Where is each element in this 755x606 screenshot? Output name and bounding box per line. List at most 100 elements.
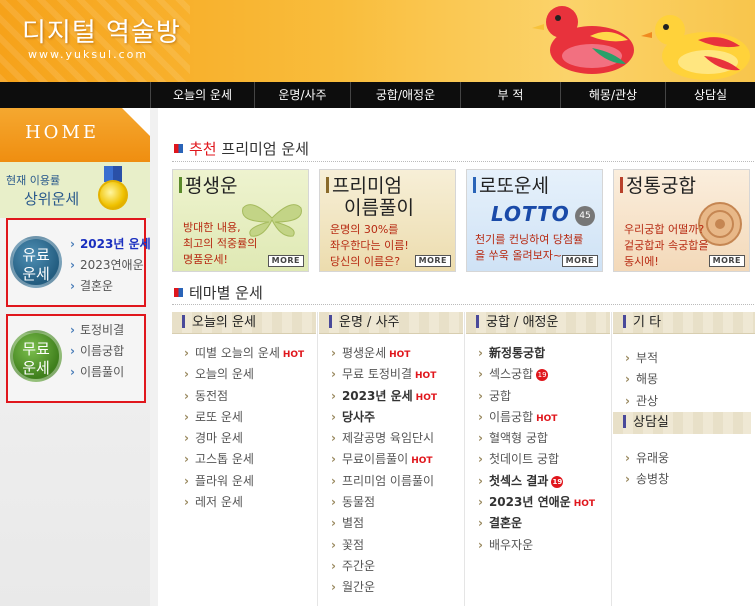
card-traditional-compat[interactable]: 정통궁합 우리궁합 어떨까? 겉궁합과 속궁합을 동시에! MORE <box>613 169 750 272</box>
theme-menu-item[interactable]: 꽃점 <box>331 535 437 556</box>
theme-menu-item[interactable]: 관상 <box>625 391 658 412</box>
title-bar <box>473 177 476 193</box>
column-head-text: 기 타 <box>633 315 662 330</box>
theme-menu-item[interactable]: 해몽 <box>625 369 658 390</box>
nav-item-saju[interactable]: 운명/사주 <box>254 82 350 108</box>
menu-item-label: 2023년 운세 <box>341 388 413 403</box>
theme-menu-item[interactable]: 2023년 운세HOT <box>331 386 437 407</box>
theme-menu-item[interactable]: 궁합 <box>478 386 595 407</box>
theme-menu-item[interactable]: 부적 <box>625 348 658 369</box>
main-content: 추천 프리미엄 운세 평생운 방대한 내용, 최고의 적중률의 명품운세! MO… <box>150 108 755 606</box>
section-divider <box>172 161 755 162</box>
hot-badge: HOT <box>389 350 411 360</box>
card-desc: 운명의 30%를 좌우한다는 이름! 당신의 이름은? <box>330 222 409 270</box>
theme-menu-item[interactable]: 플라워 운세 <box>184 471 304 492</box>
theme-menu-item[interactable]: 무료 토정비결HOT <box>331 364 437 385</box>
theme-menu-item[interactable]: 프리미엄 이름풀이 <box>331 471 437 492</box>
column-head-text: 궁합 / 애정운 <box>486 315 559 330</box>
column-separator <box>317 312 318 606</box>
menu-item-label: 띠별 오늘의 운세 <box>194 346 280 360</box>
home-button[interactable]: HOME <box>0 108 150 162</box>
title-bar <box>620 177 623 193</box>
paid-item-2023-fortune[interactable]: 2023년 운세 <box>70 234 151 255</box>
theme-menu-item[interactable]: 당사주 <box>331 407 437 428</box>
theme-menu-item[interactable]: 혈액형 궁합 <box>478 428 595 449</box>
theme-menu-item[interactable]: 송병창 <box>625 469 669 490</box>
menu-item-label: 첫섹스 결과 <box>488 473 549 488</box>
premium-title-highlight: 추천 <box>189 140 217 158</box>
more-button[interactable]: MORE <box>267 255 304 267</box>
theme-menu-item[interactable]: 경마 운세 <box>184 428 304 449</box>
free-fortune-box: 무료 운세 토정비결 이름궁합 이름풀이 <box>6 314 146 403</box>
more-button[interactable]: MORE <box>708 255 745 267</box>
more-button[interactable]: MORE <box>414 255 451 267</box>
card-desc: 우리궁합 어떨까? 겉궁합과 속궁합을 동시에! <box>624 222 708 270</box>
theme-section-title: 테마별 운세 <box>174 282 263 303</box>
theme-menu-item[interactable]: 이름궁합HOT <box>478 407 595 428</box>
theme-menu-item[interactable]: 유래웅 <box>625 448 669 469</box>
nav-item-compatibility[interactable]: 궁합/애정운 <box>350 82 460 108</box>
theme-menu-item[interactable]: 오늘의 운세 <box>184 364 304 385</box>
head-bar <box>623 315 626 328</box>
theme-menu-item[interactable]: 로또 운세 <box>184 407 304 428</box>
counseling-sub-head[interactable]: 상담실 <box>613 412 751 434</box>
theme-menu-item[interactable]: 띠별 오늘의 운세HOT <box>184 343 304 364</box>
menu-item-label: 플라워 운세 <box>194 473 254 488</box>
theme-menu-item[interactable]: 첫데이트 궁합 <box>478 449 595 470</box>
theme-menu-item[interactable]: 별점 <box>331 513 437 534</box>
card-lifetime-fortune[interactable]: 평생운 방대한 내용, 최고의 적중률의 명품운세! MORE <box>172 169 309 272</box>
theme-menu-item[interactable]: 월간운 <box>331 577 437 598</box>
column-head-compat[interactable]: 궁합 / 애정운 <box>466 312 610 334</box>
menu-item-label: 해몽 <box>635 372 659 387</box>
menu-item-label: 무료 토정비결 <box>341 367 413 382</box>
theme-menu-item[interactable]: 섹스궁합19 <box>478 364 595 385</box>
theme-menu-item[interactable]: 결혼운 <box>478 513 595 534</box>
theme-menu-item[interactable]: 무료이름풀이HOT <box>331 449 437 470</box>
menu-item-label: 로또 운세 <box>194 409 243 424</box>
free-item-name-reading[interactable]: 이름풀이 <box>70 362 124 383</box>
lotto-ball-icon: 45 <box>575 206 595 226</box>
top-navigation: 오늘의 운세 운명/사주 궁합/애정운 부 적 해몽/관상 상담실 <box>0 82 755 108</box>
theme-menu-item[interactable]: 제갈공명 육임단시 <box>331 428 437 449</box>
nav-item-today-fortune[interactable]: 오늘의 운세 <box>150 82 254 108</box>
free-item-name-compat[interactable]: 이름궁합 <box>70 341 124 362</box>
column-head-today[interactable]: 오늘의 운세 <box>172 312 316 334</box>
adult-19-icon: 19 <box>536 369 549 382</box>
premium-section-title: 추천 프리미엄 운세 <box>174 138 309 159</box>
theme-menu-item[interactable]: 평생운세HOT <box>331 343 437 364</box>
column-head-saju[interactable]: 운명 / 사주 <box>319 312 463 334</box>
hot-badge: HOT <box>415 392 437 403</box>
paid-item-2023-love[interactable]: 2023연애운 <box>70 255 151 276</box>
menu-item-label: 동전점 <box>194 388 229 403</box>
theme-menu-item[interactable]: 배우자운 <box>478 535 595 556</box>
nav-item-counseling[interactable]: 상담실 <box>665 82 755 108</box>
theme-menu-item[interactable]: 레저 운세 <box>184 492 304 513</box>
theme-menu-item[interactable]: 고스톱 운세 <box>184 449 304 470</box>
theme-menu-item[interactable]: 주간운 <box>331 556 437 577</box>
card-premium-name-reading[interactable]: 프리미엄 이름풀이 운명의 30%를 좌우한다는 이름! 당신의 이름은? MO… <box>319 169 456 272</box>
column-head-etc[interactable]: 기 타 <box>613 312 755 334</box>
card-desc-line: 명품운세! <box>183 253 228 266</box>
head-bar <box>476 315 479 328</box>
hot-badge: HOT <box>415 371 437 382</box>
theme-menu-item[interactable]: 동물점 <box>331 492 437 513</box>
card-title-text: 평생운 <box>185 175 238 197</box>
menu-item-label: 오늘의 운세 <box>194 367 254 382</box>
nav-item-dream-physiognomy[interactable]: 해몽/관상 <box>560 82 665 108</box>
theme-menu-item[interactable]: 2023년 연애운HOT <box>478 492 595 513</box>
menu-item-label: 무료이름풀이 <box>341 452 409 467</box>
theme-menu-item[interactable]: 첫섹스 결과19 <box>478 471 595 492</box>
theme-menu-item[interactable]: 新정통궁합 <box>478 343 595 364</box>
nav-item-talisman[interactable]: 부 적 <box>460 82 560 108</box>
card-lotto-fortune[interactable]: 로또운세 LOTTO 45 천기를 컨닝하여 당첨률 을 쑤욱 올려보자~ MO… <box>466 169 603 272</box>
free-badge-bottom: 운세 <box>22 359 50 377</box>
card-desc-line: 방대한 내용, <box>183 221 241 234</box>
card-title-text: 프리미엄 <box>332 175 402 197</box>
paid-item-marriage[interactable]: 결혼운 <box>70 276 151 297</box>
top-ranked-banner[interactable]: 현재 이용률 상위운세 <box>0 162 150 218</box>
free-item-tojeong[interactable]: 토정비결 <box>70 320 124 341</box>
theme-menu-item[interactable]: 동전점 <box>184 386 304 407</box>
hot-badge: HOT <box>282 350 305 360</box>
site-logo-title[interactable]: 디지털 역술방 <box>22 12 181 49</box>
more-button[interactable]: MORE <box>561 255 598 267</box>
